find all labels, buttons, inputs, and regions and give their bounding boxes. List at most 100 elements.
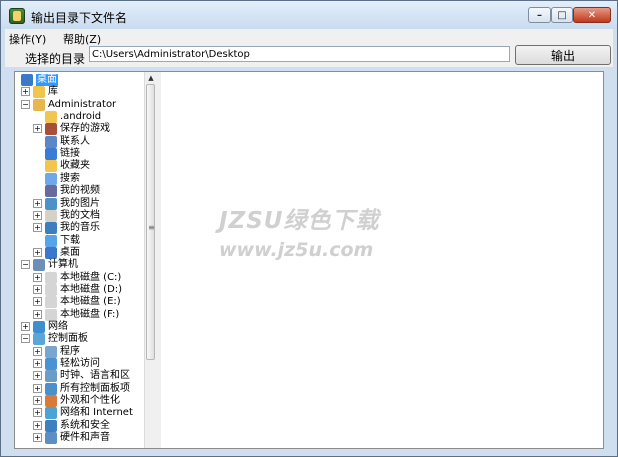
expand-icon[interactable]: + <box>33 309 42 319</box>
toolbar: 选择的目录 输出 <box>5 45 613 67</box>
folder-icon <box>45 271 57 284</box>
menu-bar: 操作(Y) 帮助(Z) <box>5 29 613 46</box>
minimize-icon: – <box>537 9 542 21</box>
tree-node-label: 搜索 <box>60 172 80 184</box>
folder-icon <box>45 345 57 358</box>
tree-node-label: 网络和 Internet <box>60 407 133 419</box>
expand-icon[interactable]: + <box>33 383 42 393</box>
expand-icon[interactable]: + <box>33 247 42 257</box>
expand-icon[interactable]: + <box>33 359 42 369</box>
folder-icon <box>45 160 57 173</box>
tree-node-label: Administrator <box>48 98 117 110</box>
folder-icon <box>21 74 33 86</box>
tree-scrollbar[interactable]: ▲ ≡ <box>144 72 156 448</box>
tree-node-label: 链接 <box>60 148 80 160</box>
tree-node-label: .android <box>60 111 102 123</box>
folder-icon <box>45 123 57 136</box>
tree-node-label: 桌面 <box>60 246 80 258</box>
expand-icon[interactable]: + <box>33 223 42 233</box>
title-bar[interactable]: 输出目录下文件名 – □ ✕ <box>1 1 617 29</box>
folder-icon <box>45 185 57 198</box>
folder-icon <box>45 296 57 309</box>
folder-icon <box>45 395 57 408</box>
tree-node-label: 本地磁盘 (E:) <box>60 296 121 308</box>
watermark-line-1: JZSU绿色下载 <box>219 208 380 234</box>
tree-node-label: 保存的游戏 <box>60 123 110 135</box>
tree-node-label: 本地磁盘 (F:) <box>60 308 120 320</box>
tree-node-label: 我的文档 <box>60 209 100 221</box>
folder-icon <box>45 358 57 371</box>
folder-icon <box>33 321 45 333</box>
tree-node-label: 程序 <box>60 345 80 357</box>
window-title: 输出目录下文件名 <box>31 11 128 25</box>
folder-icon <box>45 234 57 247</box>
export-button[interactable]: 输出 <box>515 45 611 65</box>
close-button[interactable]: ✕ <box>573 7 611 23</box>
expand-icon[interactable]: + <box>33 284 42 294</box>
close-icon: ✕ <box>587 9 597 21</box>
expand-icon[interactable]: + <box>33 396 42 406</box>
tree-node-label: 收藏夹 <box>60 160 90 172</box>
watermark-line-2: www.jz5u.com <box>219 239 374 261</box>
collapse-icon[interactable]: − <box>21 260 30 270</box>
maximize-button[interactable]: □ <box>551 7 573 23</box>
folder-tree[interactable]: 桌面 + 库 − Administrator .android + 保存的游戏 联系人 链接 收藏夹… <box>15 72 143 448</box>
folder-icon <box>45 308 57 321</box>
tree-node-label: 下载 <box>60 234 80 246</box>
folder-icon <box>45 419 57 432</box>
folder-icon <box>45 382 57 395</box>
expand-icon[interactable]: + <box>33 346 42 356</box>
folder-icon <box>45 148 57 161</box>
expand-icon[interactable]: + <box>33 408 42 418</box>
watermark: JZSU绿色下载 www.jz5u.com <box>219 201 399 261</box>
folder-icon <box>45 370 57 383</box>
expand-icon[interactable]: + <box>33 198 42 208</box>
directory-label: 选择的目录 <box>25 52 86 66</box>
expand-icon[interactable]: + <box>21 322 30 331</box>
tree-node-label: 库 <box>48 86 58 98</box>
expand-icon[interactable]: + <box>33 297 42 307</box>
expand-icon[interactable]: + <box>33 210 42 220</box>
tree-node-label: 本地磁盘 (D:) <box>60 283 123 295</box>
folder-icon <box>33 86 45 99</box>
minimize-button[interactable]: – <box>528 7 551 23</box>
tree-node-label: 我的图片 <box>60 197 100 209</box>
tree-node-label: 所有控制面板项 <box>60 382 130 394</box>
folder-icon <box>45 172 57 185</box>
app-window: 输出目录下文件名 – □ ✕ 操作(Y) 帮助(Z) 选择的目录 输出 桌面 + 库… <box>0 0 618 457</box>
tree-node-label: 网络 <box>48 321 68 332</box>
collapse-icon[interactable]: − <box>21 334 30 344</box>
folder-icon <box>45 135 57 148</box>
tree-node-label: 我的音乐 <box>60 222 100 234</box>
scroll-thumb[interactable]: ≡ <box>146 84 155 360</box>
tree-node-label: 时钟、语言和区 <box>60 370 130 382</box>
maximize-icon: □ <box>557 9 567 21</box>
tree-node-label: 控制面板 <box>48 333 88 345</box>
app-icon <box>9 8 25 24</box>
folder-icon <box>33 259 45 272</box>
expand-icon[interactable]: + <box>21 87 30 97</box>
tree-node-label: 系统和安全 <box>60 419 110 431</box>
folder-icon <box>33 333 45 346</box>
folder-icon <box>45 209 57 222</box>
tree-node-label: 外观和个性化 <box>60 395 120 407</box>
folder-icon <box>45 246 57 259</box>
tree-node-label: 硬件和声音 <box>60 432 110 444</box>
expand-icon[interactable]: + <box>33 371 42 381</box>
tree-node-label: 本地磁盘 (C:) <box>60 271 122 283</box>
expand-icon[interactable]: + <box>33 420 42 430</box>
expand-icon[interactable]: + <box>33 272 42 282</box>
folder-icon <box>45 197 57 210</box>
tree-node-label: 我的视频 <box>60 185 100 197</box>
tree-node-label: 联系人 <box>60 135 90 147</box>
folder-icon <box>45 432 57 445</box>
expand-icon[interactable]: + <box>33 433 42 443</box>
folder-icon <box>45 407 57 420</box>
tree-node-label: 轻松访问 <box>60 358 100 370</box>
expand-icon[interactable]: + <box>33 124 42 134</box>
folder-icon <box>45 222 57 235</box>
directory-path-input[interactable] <box>89 46 510 62</box>
folder-icon <box>33 98 45 111</box>
collapse-icon[interactable]: − <box>21 99 30 109</box>
folder-icon <box>45 283 57 296</box>
